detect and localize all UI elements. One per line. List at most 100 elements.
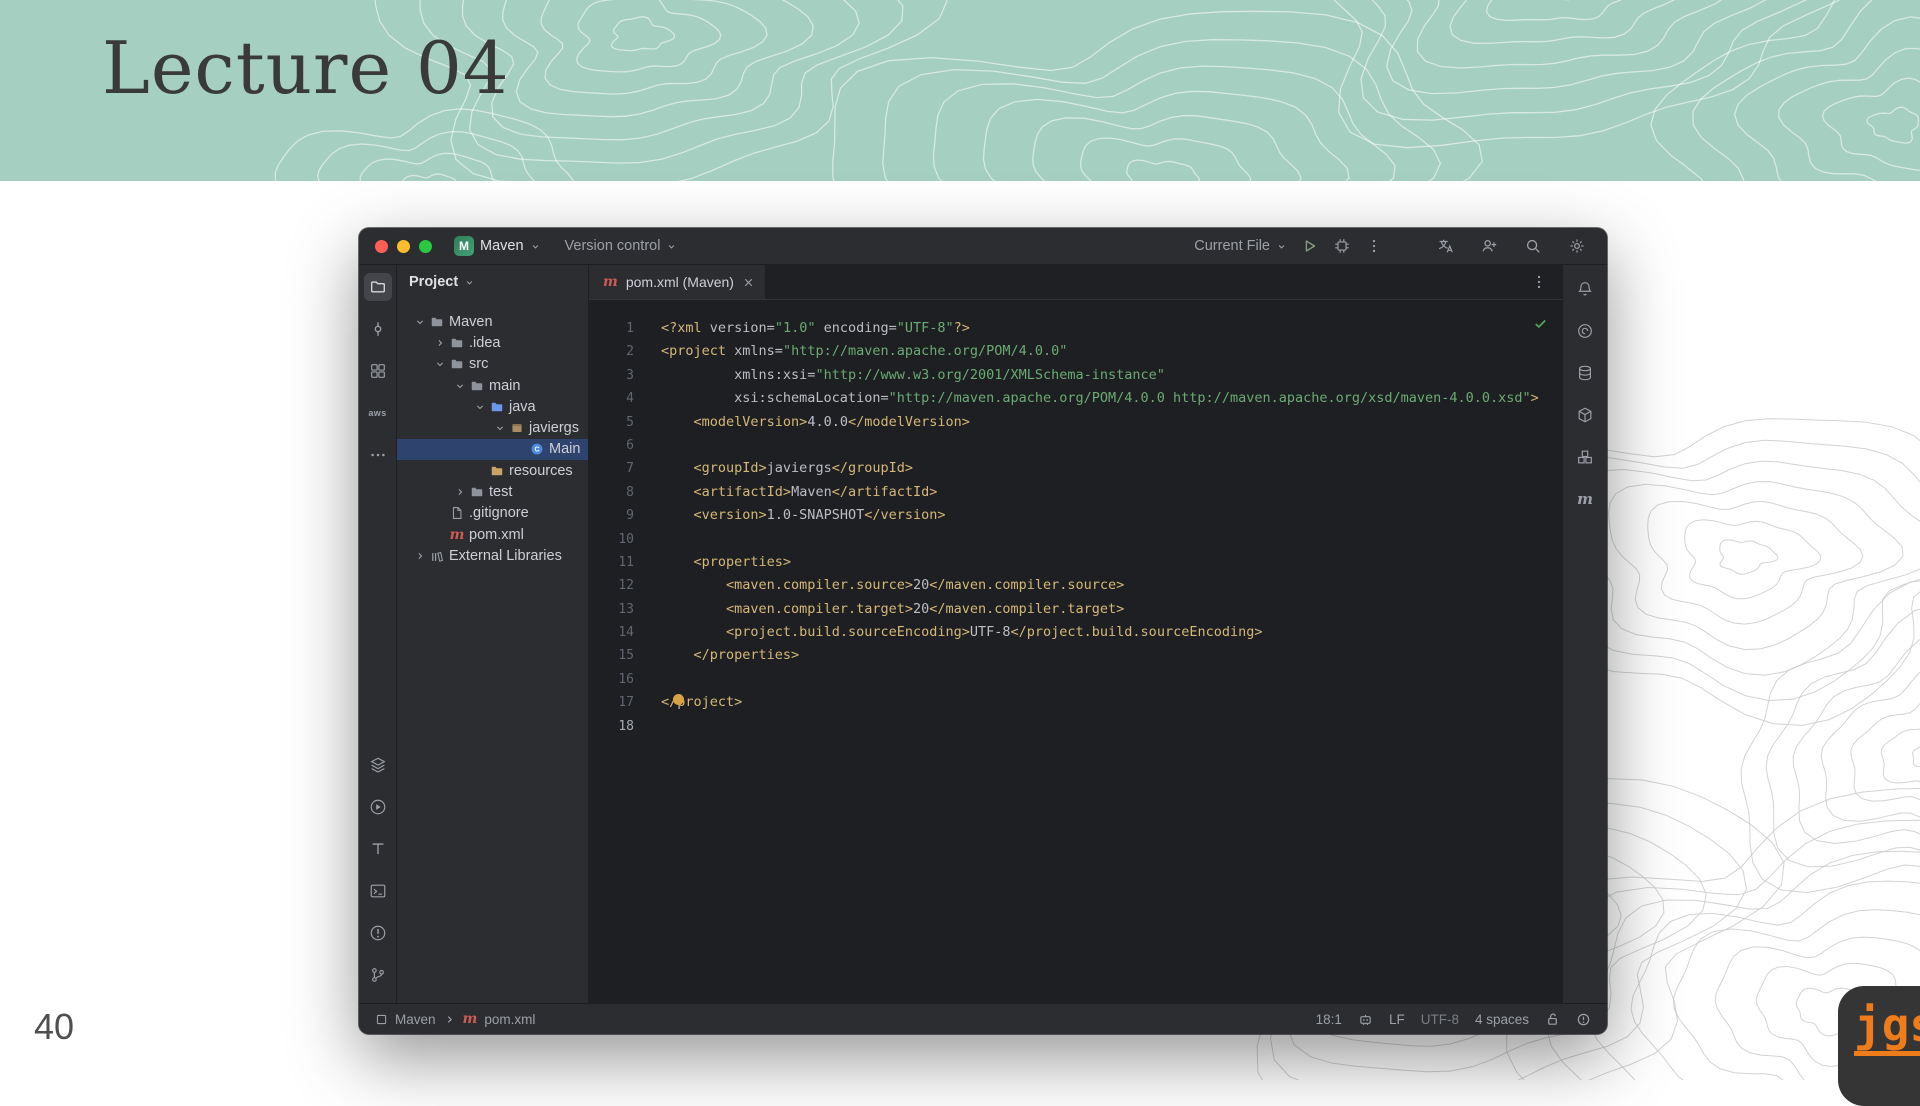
tree-item-main[interactable]: main [397,375,588,396]
run-configuration-label: Current File [1194,238,1270,254]
code-line-5[interactable]: 5 <modelVersion>4.0.0</modelVersion> [589,411,1562,434]
project-panel-header[interactable]: Project [397,265,588,299]
caret-position-widget[interactable]: 18:1 [1316,1012,1342,1027]
tree-item-label: resources [509,462,573,479]
code-line-12[interactable]: 12 <maven.compiler.source>20</maven.comp… [589,574,1562,597]
chevron-right-icon[interactable] [431,337,448,349]
code-line-6[interactable]: 6 [589,434,1562,457]
more-icon[interactable] [364,441,392,469]
line-number: 7 [626,461,634,477]
code-line-11[interactable]: 11 <properties> [589,551,1562,574]
chevron-down-icon[interactable] [451,380,468,392]
notifications-icon[interactable] [1571,275,1599,303]
chevron-down-icon[interactable] [491,422,508,434]
project-icon[interactable] [363,273,392,301]
robot-icon[interactable] [1358,1012,1373,1027]
code-line-9[interactable]: 9 <version>1.0-SNAPSHOT</version> [589,504,1562,527]
inspections-ok-icon[interactable] [1533,316,1548,331]
tree-item-pom-xml[interactable]: m pom.xml [397,524,588,545]
maven-tool-icon[interactable]: m [1571,485,1599,513]
settings-icon[interactable] [1563,232,1591,260]
window-titlebar: M Maven Version control Current File [359,228,1607,265]
tree-item-test[interactable]: test [397,481,588,502]
package-icon [508,421,526,435]
run-button[interactable] [1301,237,1319,255]
editor-tab-pom-xml[interactable]: m pom.xml (Maven) [589,265,765,299]
breadcrumb-file[interactable]: pom.xml [484,1012,535,1027]
problems-icon[interactable] [364,919,392,947]
run-icon[interactable] [364,793,392,821]
code-line-2[interactable]: 2 <project xmlns="http://maven.apache.org… [589,340,1562,363]
left-strip-top-group: aws [363,273,392,469]
lock-icon[interactable] [1545,1012,1560,1027]
tree-item-idea[interactable]: .idea [397,332,588,353]
profiler-button[interactable] [1333,237,1351,255]
tree-item-maven[interactable]: Maven [397,311,588,332]
structure-icon[interactable] [364,357,392,385]
code-text: <groupId>javiergs</groupId> [693,460,913,477]
add-user-icon[interactable] [1475,232,1503,260]
search-everywhere-icon[interactable] [1519,232,1547,260]
code-line-3[interactable]: 3 xmlns:xsi="http://www.w3.org/2001/XMLS… [589,364,1562,387]
chevron-down-icon[interactable] [411,316,428,328]
close-window-button[interactable] [375,239,388,253]
code-line-14[interactable]: 14 <project.build.sourceEncoding>UTF-8</… [589,621,1562,644]
tree-item-java[interactable]: java [397,396,588,417]
tree-item-javiergs[interactable]: javiergs [397,417,588,438]
aws-icon[interactable]: aws [364,399,392,427]
chevron-right-icon[interactable] [451,486,468,498]
ai-assistant-icon[interactable] [1571,317,1599,345]
tree-item-label: Maven [449,313,493,330]
line-number: 15 [618,648,634,664]
code-line-18[interactable]: 18 [589,715,1562,738]
tab-close-button[interactable] [742,276,755,289]
more-actions-button[interactable] [1365,237,1383,255]
code-line-15[interactable]: 15 </properties> [589,644,1562,667]
breadcrumb-module[interactable]: Maven [395,1012,436,1027]
translate-icon[interactable] [1431,232,1459,260]
code-line-10[interactable]: 10 [589,528,1562,551]
chevron-down-icon [530,241,541,252]
project-selector-label: Maven [480,238,524,254]
commit-icon[interactable] [364,315,392,343]
database-icon[interactable] [1571,359,1599,387]
tree-item-main[interactable]: C Main [397,438,588,461]
minimize-window-button[interactable] [397,239,410,253]
code-line-17[interactable]: 17 </project> [589,691,1562,714]
build-icon[interactable] [1571,401,1599,429]
titlebar-right-group: Current File [1194,232,1591,260]
zoom-window-button[interactable] [419,239,432,253]
tree-item-src[interactable]: src [397,354,588,375]
maven-icon: m [449,526,465,543]
code-line-1[interactable]: 1 <?xml version="1.0" encoding="UTF-8"?> [589,317,1562,340]
code-line-7[interactable]: 7 <groupId>javiergs</groupId> [589,457,1562,480]
traffic-lights [375,239,432,253]
code-line-16[interactable]: 16 [589,668,1562,691]
tab-options-button[interactable] [1530,273,1548,291]
indent-widget[interactable]: 4 spaces [1475,1012,1529,1027]
tree-item-label: javiergs [529,420,579,437]
code-editor[interactable]: 1 <?xml version="1.0" encoding="UTF-8"?> 2… [589,300,1562,1003]
git-branch-icon[interactable] [364,961,392,989]
encoding-widget[interactable]: UTF-8 [1421,1012,1459,1027]
line-ending-widget[interactable]: LF [1389,1012,1405,1027]
tree-item-resources[interactable]: resources [397,460,588,481]
services-icon[interactable] [364,751,392,779]
terminal-icon[interactable] [364,877,392,905]
run-configuration-selector[interactable]: Current File [1194,238,1287,254]
tree-item-external-libraries[interactable]: External Libraries [397,545,588,566]
code-line-4[interactable]: 4 xsi:schemaLocation="http://maven.apach… [589,387,1562,410]
chevron-down-icon[interactable] [431,358,448,370]
slide-title: Lecture 04 [102,26,510,110]
tree-item-gitignore[interactable]: .gitignore [397,503,588,524]
code-text: <version>1.0-SNAPSHOT</version> [693,507,946,524]
inspections-widget-icon[interactable] [1576,1012,1591,1027]
chevron-right-icon[interactable] [411,550,428,562]
dependencies-icon[interactable] [1571,443,1599,471]
code-line-8[interactable]: 8 <artifactId>Maven</artifactId> [589,481,1562,504]
chevron-down-icon[interactable] [471,401,488,413]
code-line-13[interactable]: 13 <maven.compiler.target>20</maven.comp… [589,598,1562,621]
project-selector[interactable]: M Maven [454,236,541,256]
vcs-widget[interactable]: Version control [565,238,678,254]
text-tool-icon[interactable] [364,835,392,863]
